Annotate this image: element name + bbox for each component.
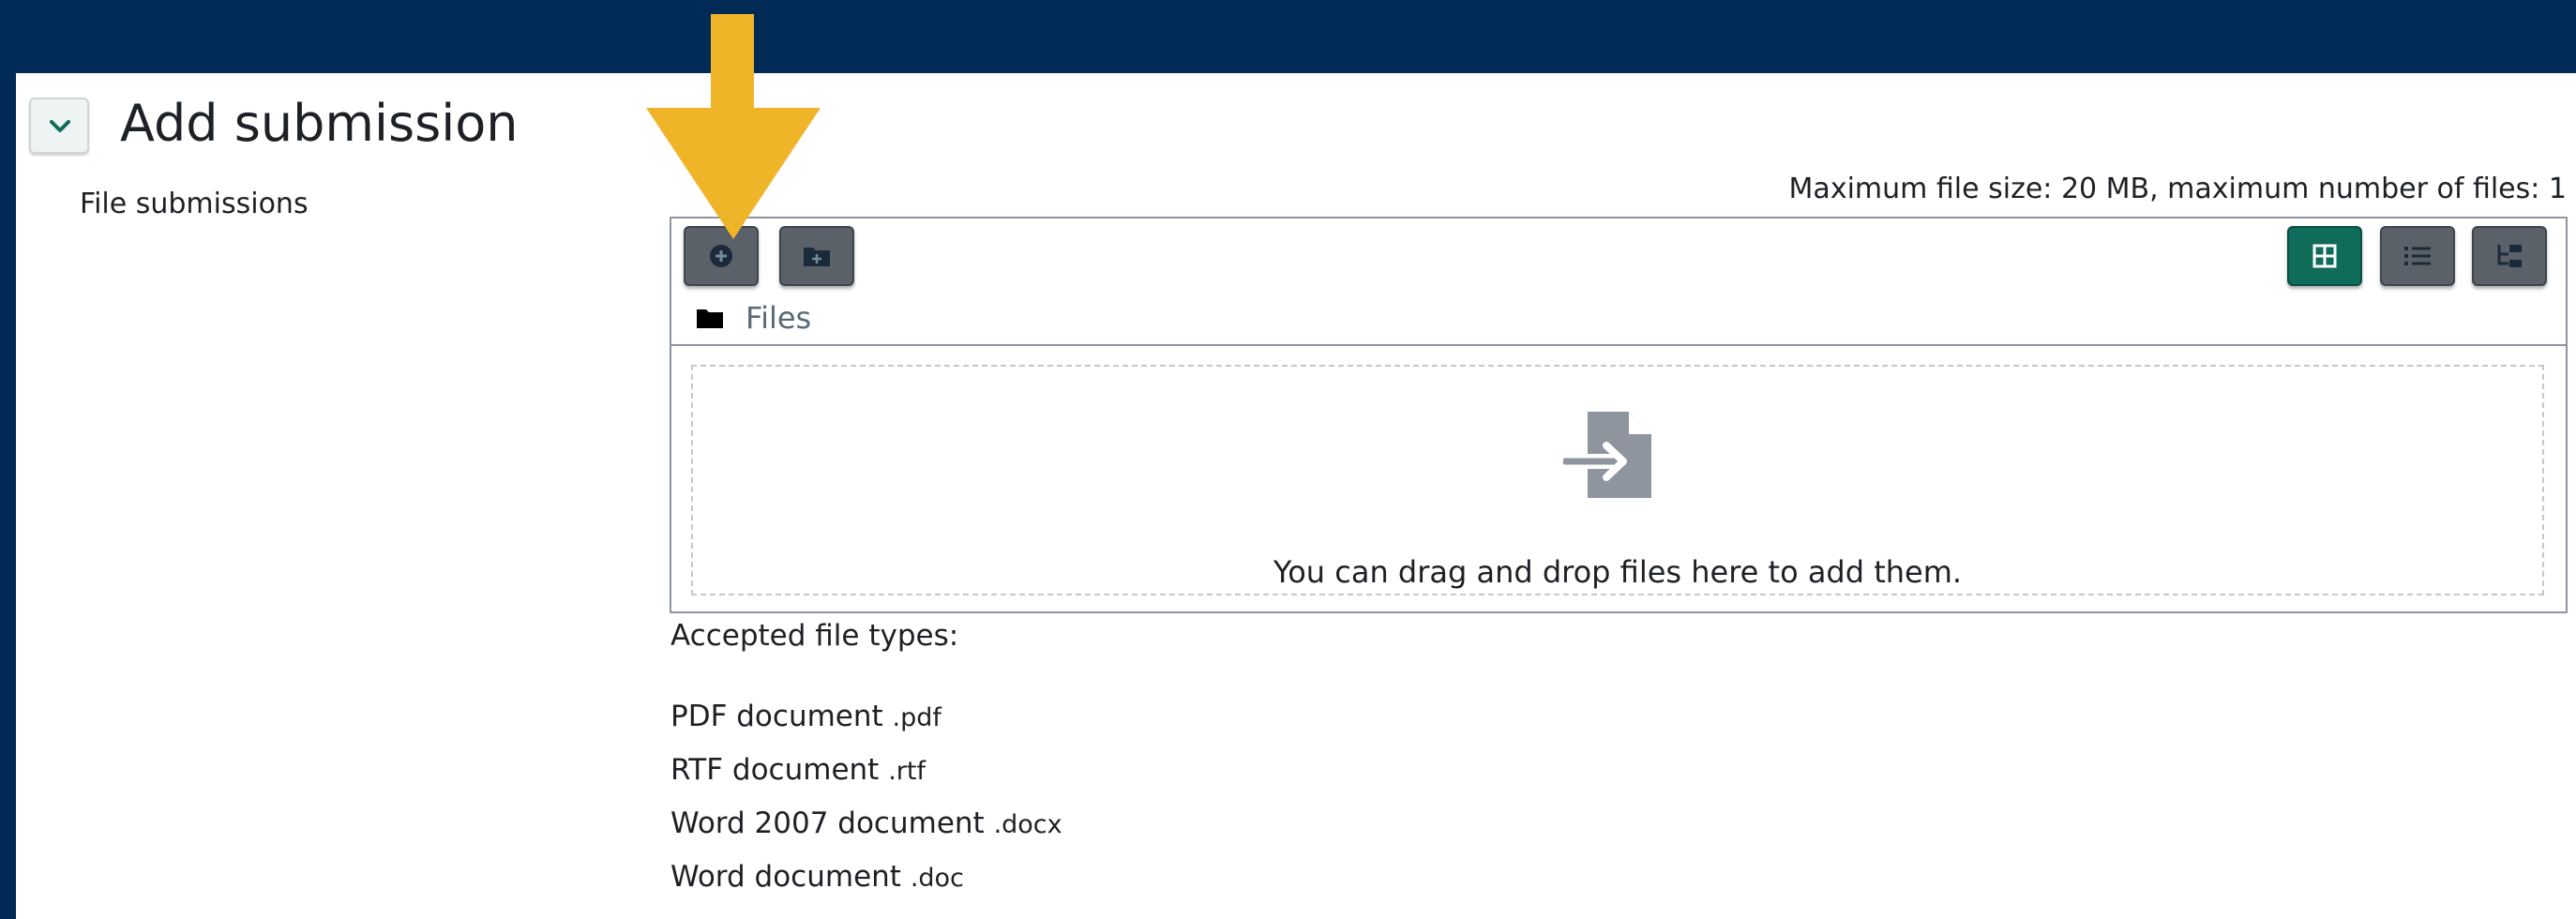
chevron-down-icon [50, 120, 70, 132]
view-list-button[interactable] [2380, 226, 2455, 286]
plus-circle-icon [710, 245, 732, 267]
collapse-section-button[interactable] [29, 98, 89, 154]
assignment-panel: Add submission File submissions Maximum … [16, 73, 2576, 919]
view-icons-button[interactable] [2287, 226, 2362, 286]
section-title: Add submission [120, 94, 519, 153]
upload-limits-text: Maximum file size: 20 MB, maximum number… [1788, 173, 2567, 205]
tree-icon [2497, 245, 2522, 267]
breadcrumb: Files [697, 300, 811, 336]
view-tree-button[interactable] [2472, 226, 2547, 286]
grid-icon [2312, 244, 2337, 268]
breadcrumb-files-link[interactable]: Files [746, 300, 811, 336]
pointer-arrow-icon [646, 14, 821, 239]
file-manager-toolbar: Files [671, 218, 2566, 344]
list-icon [2404, 247, 2431, 265]
file-submissions-label: File submissions [80, 188, 309, 220]
accepted-types-list: PDF document .pdf RTF document .rtf Word… [670, 700, 1062, 913]
toolbar-divider [671, 344, 2566, 346]
screen-frame: Add submission File submissions Maximum … [0, 0, 2576, 919]
folder-icon [697, 309, 723, 328]
file-import-icon [1563, 412, 1651, 498]
list-item: Word document .doc [670, 860, 964, 894]
list-item: Word 2007 document .docx [670, 806, 1062, 840]
list-item: RTF document .rtf [670, 753, 926, 787]
folder-plus-icon [804, 248, 830, 266]
drop-hint-text: You can drag and drop files here to add … [1273, 554, 1963, 590]
list-item: PDF document .pdf [670, 700, 942, 733]
accepted-file-types-label: Accepted file types: [670, 619, 959, 653]
